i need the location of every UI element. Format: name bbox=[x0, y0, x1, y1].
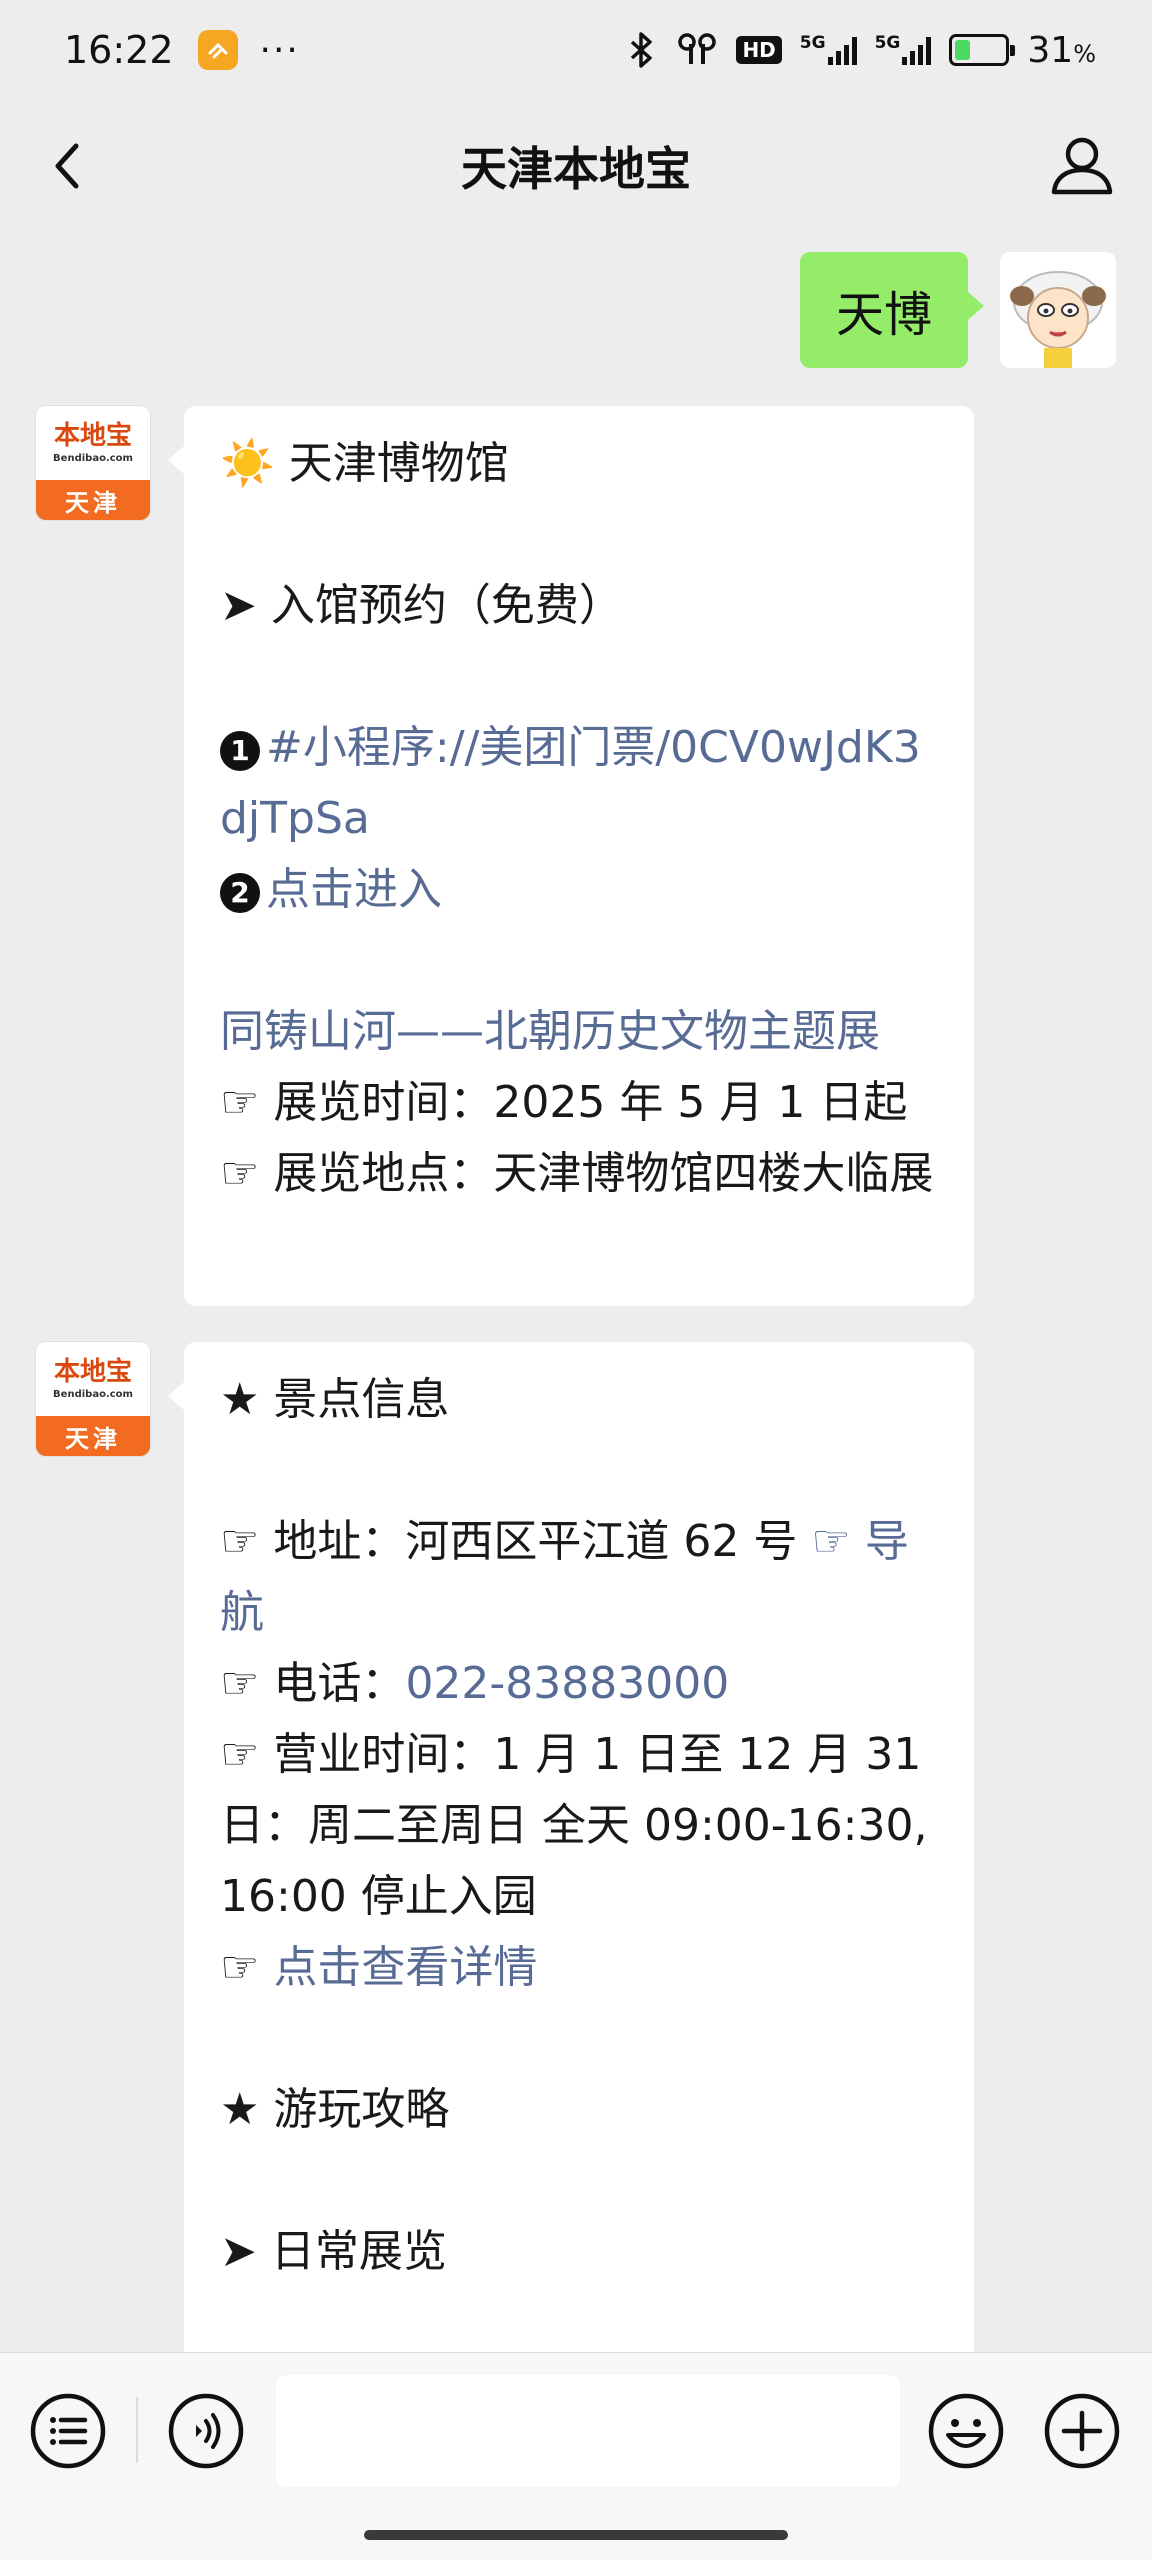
cartoon-sheep-avatar-icon bbox=[1000, 252, 1116, 368]
battery-percent-sign: % bbox=[1073, 39, 1096, 68]
battery-percent-value: 31 bbox=[1027, 29, 1074, 71]
message-line: 同铸山河——北朝历史文物主题展 bbox=[220, 996, 938, 1067]
message-line: ☞ 电话：022-83883000 bbox=[220, 1648, 938, 1719]
daily-exhibition-heading: ➤ 日常展览 bbox=[220, 2226, 447, 2277]
bot-message: 本地宝 Bendibao.com 天津 ☀️ 天津博物馆 ➤ 入馆预约（免费） … bbox=[36, 406, 974, 1306]
voice-icon[interactable] bbox=[166, 2391, 246, 2471]
message-line: 1 #小程序://美团门票/0CV0wJdK3djTpSa bbox=[220, 712, 938, 854]
reservation-heading: ➤ 入馆预约（免费） bbox=[220, 580, 623, 631]
phone-label: ☞ 电话： bbox=[220, 1658, 406, 1709]
signal-bars-icon bbox=[827, 35, 857, 65]
user-message-bubble[interactable]: 天博 bbox=[799, 252, 985, 368]
message-input[interactable] bbox=[276, 2375, 900, 2487]
user-message-text: 天博 bbox=[835, 287, 932, 343]
battery-icon bbox=[949, 34, 1016, 66]
scenic-info-heading: ★ 景点信息 bbox=[220, 1374, 450, 1425]
bot-avatar-city: 天津 bbox=[36, 1416, 150, 1456]
bot-avatar[interactable]: 本地宝 Bendibao.com 天津 bbox=[36, 1342, 150, 1456]
message-line: ☞ 点击查看详情 bbox=[220, 1932, 938, 2003]
status-bar: 16:22 ··· HD 5G 5G 31% bbox=[0, 0, 1152, 100]
bot-avatar-top: 本地宝 Bendibao.com bbox=[36, 406, 150, 480]
chat-area[interactable]: 天博 本地宝 Bendibao.com 天津 ☀️ 天津博物馆 ➤ 入馆预约（免… bbox=[0, 232, 1152, 2352]
more-notifications-icon: ··· bbox=[259, 29, 300, 71]
bot-avatar-top: 本地宝 Bendibao.com bbox=[36, 1342, 150, 1416]
message-line: ☀️ 天津博物馆 bbox=[220, 428, 938, 499]
bot-message: 本地宝 Bendibao.com 天津 ★ 景点信息 ☞ 地址：河西区平江道 6… bbox=[36, 1342, 974, 2352]
list-menu-icon[interactable] bbox=[28, 2391, 108, 2471]
emoji-icon[interactable] bbox=[926, 2391, 1006, 2471]
click-enter-link[interactable]: 点击进入 bbox=[266, 864, 442, 915]
user-message: 天博 bbox=[799, 252, 1116, 368]
message-line: ☞ 地址：河西区平江道 62 号 ☞ 导航 bbox=[220, 1506, 938, 1648]
bot-message-bubble[interactable]: ☀️ 天津博物馆 ➤ 入馆预约（免费） 1 #小程序://美团门票/0CV0wJd… bbox=[168, 406, 974, 1306]
signal-2: 5G bbox=[875, 35, 932, 65]
details-link[interactable]: 点击查看详情 bbox=[273, 1942, 537, 1993]
person-icon[interactable] bbox=[1048, 132, 1116, 200]
exhibition-time: ☞ 展览时间：2025 年 5 月 1 日起 bbox=[220, 1077, 908, 1128]
battery-percent: 31% bbox=[1027, 30, 1096, 71]
hd-badge: HD bbox=[736, 36, 782, 64]
input-bar bbox=[0, 2352, 1152, 2560]
signal-2-label: 5G bbox=[874, 33, 901, 53]
mini-program-link[interactable]: #小程序://美团门票/0CV0wJdK3djTpSa bbox=[220, 722, 921, 844]
status-indicators: HD 5G 5G 31% bbox=[626, 30, 1096, 71]
notification-app-icon bbox=[197, 30, 238, 70]
bluetooth-icon bbox=[631, 32, 653, 68]
signal-1: 5G bbox=[800, 35, 857, 65]
sun-icon: ☀️ bbox=[220, 438, 275, 489]
chat-title: 天津本地宝 bbox=[461, 142, 691, 196]
exhibition-link[interactable]: 同铸山河——北朝历史文物主题展 bbox=[220, 1006, 880, 1057]
museum-name: 天津博物馆 bbox=[274, 438, 509, 489]
bot-message-bubble[interactable]: ★ 景点信息 ☞ 地址：河西区平江道 62 号 ☞ 导航 ☞ 电话：022-83… bbox=[168, 1342, 974, 2352]
signal-bars-icon bbox=[902, 35, 932, 65]
guide-heading: ★ 游玩攻略 bbox=[220, 2084, 450, 2135]
phone-link[interactable]: 022-83883000 bbox=[405, 1658, 729, 1709]
bot-avatar-logo: 本地宝 bbox=[53, 420, 132, 451]
bot-avatar-url: Bendibao.com bbox=[53, 452, 133, 464]
bot-avatar-city: 天津 bbox=[36, 480, 150, 520]
home-indicator[interactable] bbox=[364, 2530, 788, 2540]
message-line: 2 点击进入 bbox=[220, 854, 938, 925]
user-avatar[interactable] bbox=[1000, 252, 1116, 368]
signal-1-label: 5G bbox=[799, 33, 826, 53]
opening-hours: ☞ 营业时间：1 月 1 日至 12 月 31 日：周二至周日 全天 09:00… bbox=[220, 1729, 936, 1922]
number-circle-icon: 2 bbox=[220, 873, 260, 913]
exhibition-location: ☞ 展览地点：天津博物馆四楼大临展 bbox=[220, 1148, 934, 1199]
divider bbox=[136, 2397, 138, 2463]
earbuds-icon bbox=[678, 33, 717, 64]
pointer-icon: ☞ bbox=[220, 1942, 274, 1993]
bot-avatar-logo: 本地宝 bbox=[53, 1356, 132, 1387]
bot-avatar[interactable]: 本地宝 Bendibao.com 天津 bbox=[36, 406, 150, 520]
chevron-left-icon[interactable] bbox=[40, 136, 100, 196]
address-text: ☞ 地址：河西区平江道 62 号 bbox=[220, 1516, 812, 1567]
bot-avatar-url: Bendibao.com bbox=[53, 1388, 133, 1400]
battery-fill bbox=[955, 40, 971, 60]
number-circle-icon: 1 bbox=[220, 731, 260, 771]
status-time: 16:22 bbox=[64, 28, 174, 72]
chat-header: 天津本地宝 bbox=[0, 100, 1152, 232]
plus-icon[interactable] bbox=[1042, 2391, 1122, 2471]
